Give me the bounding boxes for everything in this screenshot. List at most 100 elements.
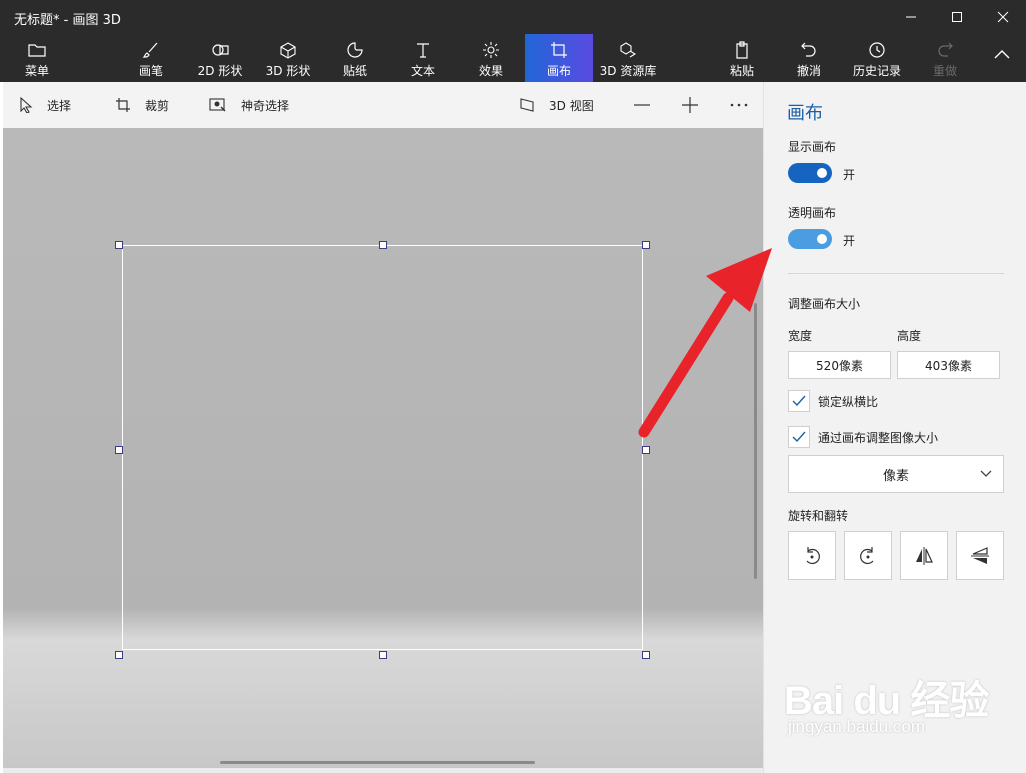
annotation-arrow: [638, 248, 772, 438]
flip-horizontal-button[interactable]: [900, 531, 948, 580]
lock-aspect-label: 锁定纵横比: [818, 394, 879, 409]
3d-shapes-icon: [280, 42, 296, 59]
undo-button[interactable]: 撤消: [786, 34, 832, 82]
ribbon-text[interactable]: 文本: [400, 34, 446, 82]
2d-shapes-icon: [212, 44, 229, 56]
ribbon-sticker-label: 贴纸: [342, 64, 367, 78]
ribbon-effects[interactable]: 效果: [468, 34, 514, 82]
ribbon-canvas[interactable]: 画布: [525, 34, 593, 82]
resize-image-checkbox[interactable]: 通过画布调整图像大小: [788, 426, 938, 448]
redo-label: 重做: [932, 64, 957, 78]
crop-label: 裁剪: [145, 98, 170, 113]
more-icon: [730, 103, 748, 107]
brush-icon: [142, 42, 158, 58]
undo-icon: [801, 42, 816, 57]
minus-icon: [634, 104, 650, 106]
checkmark-icon: [792, 431, 806, 443]
width-field[interactable]: 520像素: [788, 351, 891, 379]
width-label: 宽度: [788, 329, 813, 343]
ribbon-3d-library[interactable]: 3D 资源库: [598, 34, 658, 82]
horizontal-scrollbar[interactable]: [220, 761, 535, 764]
select-tool[interactable]: 选择: [19, 82, 71, 128]
view-3d-label: 3D 视图: [549, 98, 594, 113]
lock-aspect-checkbox[interactable]: 锁定纵横比: [788, 390, 878, 412]
collapse-ribbon-button[interactable]: [982, 34, 1022, 82]
watermark: Bai du 经验 jingyan.baidu.com: [784, 668, 989, 736]
magic-select-tool[interactable]: 神奇选择: [209, 82, 289, 128]
maximize-icon: [952, 12, 962, 22]
paste-label: 粘贴: [729, 64, 754, 78]
show-canvas-state: 开: [843, 168, 856, 182]
more-button[interactable]: [730, 82, 762, 128]
resize-handle-bottom-left[interactable]: [115, 651, 123, 659]
folder-icon: [28, 44, 46, 57]
ribbon-canvas-label: 画布: [546, 64, 571, 78]
magic-select-icon: [209, 98, 226, 112]
ribbon-effects-label: 效果: [478, 64, 503, 78]
redo-button[interactable]: 重做: [922, 34, 968, 82]
ribbon: 菜单 画笔 2D 形状 3D 形状 贴纸 文本 效果 画布 3D 资源库 粘贴: [0, 34, 1026, 82]
height-field[interactable]: 403像素: [897, 351, 1000, 379]
resize-handle-top-left[interactable]: [115, 241, 123, 249]
history-icon: [869, 42, 885, 58]
ribbon-2d-shapes[interactable]: 2D 形状: [192, 34, 248, 82]
resize-image-label: 通过画布调整图像大小: [818, 430, 939, 445]
panel-title: 画布: [787, 103, 823, 124]
view-3d-button[interactable]: 3D 视图: [519, 82, 594, 128]
checkmark-icon: [792, 395, 806, 407]
rotate-right-button[interactable]: [844, 531, 892, 580]
redo-icon: [938, 42, 953, 57]
ribbon-3d-shapes-label: 3D 形状: [265, 64, 311, 78]
ribbon-brush[interactable]: 画笔: [128, 34, 174, 82]
menu-label: 菜单: [24, 64, 49, 78]
flip-vertical-icon: [971, 546, 989, 564]
crop-icon: [116, 98, 130, 112]
ribbon-3d-library-label: 3D 资源库: [599, 64, 657, 78]
resize-handle-bottom[interactable]: [379, 651, 387, 659]
canvas-toolbar: 选择 裁剪 神奇选择 3D 视图: [3, 82, 763, 128]
maximize-button[interactable]: [934, 0, 980, 34]
minimize-icon: [906, 16, 916, 18]
rotate-right-icon: [860, 546, 874, 564]
unit-value: 像素: [882, 468, 909, 484]
3d-library-icon: [620, 42, 637, 58]
close-button[interactable]: [980, 0, 1026, 34]
flip-horizontal-icon: [916, 546, 933, 565]
transparent-canvas-state: 开: [843, 234, 856, 248]
workspace[interactable]: [3, 128, 763, 768]
crop-tool[interactable]: 裁剪: [115, 82, 169, 128]
select-label: 选择: [47, 98, 72, 113]
ribbon-text-label: 文本: [410, 64, 435, 78]
resize-handle-right[interactable]: [642, 446, 650, 454]
unit-dropdown[interactable]: 像素: [788, 455, 1004, 493]
paste-button[interactable]: 粘贴: [719, 34, 765, 82]
show-canvas-toggle[interactable]: [788, 163, 832, 183]
height-label: 高度: [897, 329, 922, 343]
title-bar: 无标题* - 画图 3D: [0, 0, 1026, 34]
plus-icon: [682, 97, 698, 113]
3d-view-icon: [520, 98, 534, 112]
history-button[interactable]: 历史记录: [848, 34, 906, 82]
rotate-left-button[interactable]: [788, 531, 836, 580]
ribbon-2d-shapes-label: 2D 形状: [197, 64, 243, 78]
sticker-icon: [347, 42, 363, 58]
zoom-in-button[interactable]: [681, 82, 713, 128]
ribbon-3d-shapes[interactable]: 3D 形状: [260, 34, 316, 82]
resize-handle-top[interactable]: [379, 241, 387, 249]
minimize-button[interactable]: [888, 0, 934, 34]
zoom-out-button[interactable]: [633, 82, 665, 128]
resize-canvas-label: 调整画布大小: [788, 297, 861, 311]
rotate-left-icon: [806, 546, 820, 564]
canvas[interactable]: [122, 245, 643, 650]
undo-label: 撤消: [796, 64, 821, 78]
resize-handle-left[interactable]: [115, 446, 123, 454]
transparent-canvas-toggle[interactable]: [788, 229, 832, 249]
resize-handle-bottom-right[interactable]: [642, 651, 650, 659]
status-strip: [3, 768, 763, 773]
chevron-up-icon: [994, 50, 1010, 59]
window-title: 无标题* - 画图 3D: [14, 13, 121, 28]
menu-button[interactable]: 菜单: [14, 34, 60, 82]
text-icon: [417, 43, 429, 58]
ribbon-sticker[interactable]: 贴纸: [332, 34, 378, 82]
flip-vertical-button[interactable]: [956, 531, 1004, 580]
